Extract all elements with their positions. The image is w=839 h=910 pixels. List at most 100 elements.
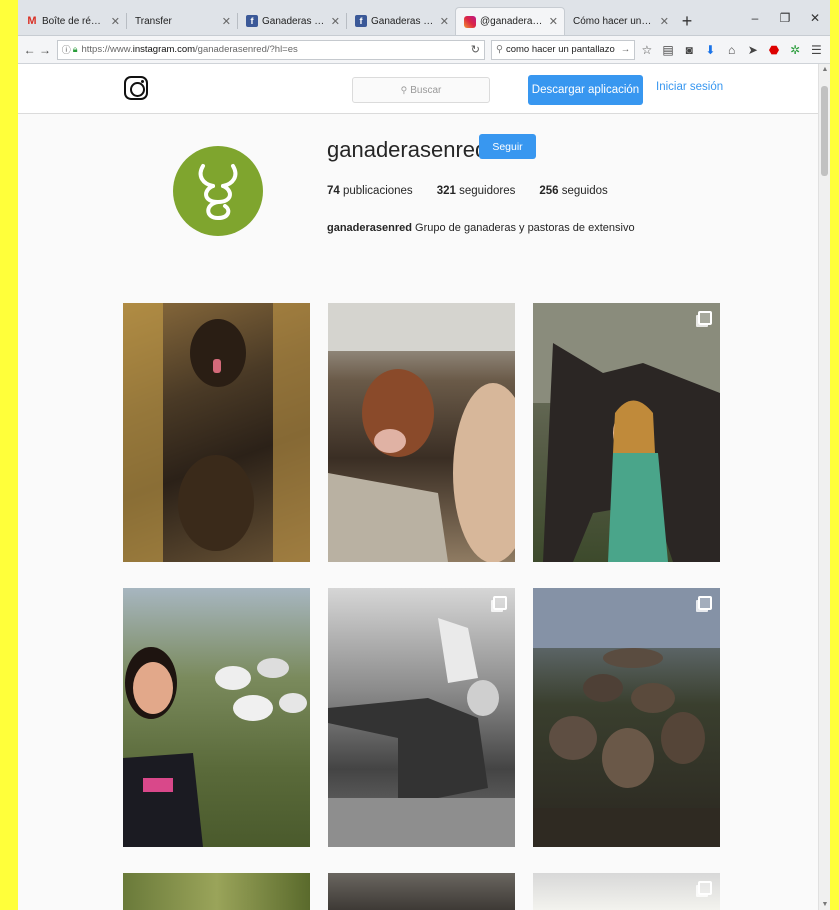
- flock-photo: [533, 588, 720, 847]
- tab-label: Transfer: [135, 15, 172, 27]
- posts-count: 74: [327, 185, 340, 197]
- forward-icon[interactable]: →: [37, 41, 52, 59]
- instagram-icon: [464, 15, 476, 28]
- calf-photo: [328, 303, 515, 562]
- following-count: 256: [539, 185, 559, 197]
- home-icon[interactable]: ⌂: [722, 40, 741, 60]
- scroll-up-icon[interactable]: ▲: [819, 66, 830, 73]
- facebook-icon: f: [246, 15, 258, 27]
- gmail-icon: M: [27, 15, 37, 27]
- url-prefix: https://www.: [81, 44, 133, 55]
- menu-icon[interactable]: ☰: [807, 40, 826, 60]
- browser-window: M Boîte de réception - l ✕ Transfer ✕ f …: [18, 0, 830, 910]
- profile-stats: 74 publicaciones 321 seguidores 256 segu…: [327, 185, 632, 197]
- post-thumbnail[interactable]: [533, 588, 720, 847]
- close-icon[interactable]: ✕: [660, 15, 669, 28]
- info-icon[interactable]: ⓘ: [62, 43, 71, 56]
- restore-icon[interactable]: ❐: [770, 11, 800, 25]
- adblock-icon[interactable]: ⬣: [764, 40, 783, 60]
- multiple-photos-icon: [493, 596, 507, 610]
- search-placeholder: Buscar: [410, 84, 442, 96]
- tab-gmail[interactable]: M Boîte de réception - l ✕: [18, 7, 126, 35]
- browser-search-input[interactable]: ⚲ como hacer un pantallazo →: [490, 39, 636, 60]
- scroll-down-icon[interactable]: ▼: [819, 901, 830, 908]
- new-tab-button[interactable]: +: [675, 7, 699, 35]
- close-icon[interactable]: ✕: [440, 15, 449, 28]
- goat-logo-icon: [198, 164, 238, 221]
- minimize-icon[interactable]: –: [740, 11, 770, 25]
- donkey-photo: [533, 303, 720, 562]
- instagram-page: ⚲ Buscar Descargar aplicación Iniciar se…: [18, 64, 818, 910]
- multiple-photos-icon: [698, 311, 712, 325]
- login-link[interactable]: Iniciar sesión: [656, 81, 723, 93]
- posts-label: publicaciones: [343, 185, 413, 197]
- post-thumbnail[interactable]: [123, 873, 310, 910]
- navigation-bar: ← → ⓘ 🔒︎ https://www. instagram.com/ganad…: [18, 36, 830, 64]
- go-arrow-icon[interactable]: →: [621, 44, 631, 55]
- back-icon[interactable]: ←: [22, 41, 37, 59]
- instagram-header: ⚲ Buscar Descargar aplicación Iniciar se…: [18, 64, 818, 114]
- close-window-icon[interactable]: ✕: [800, 11, 830, 25]
- lock-icon: 🔒︎: [72, 44, 78, 54]
- close-icon[interactable]: ✕: [331, 15, 340, 28]
- tab-label: Ganaderas en Red - In: [262, 15, 325, 27]
- url-path: /ganaderasenred/?hl=es: [195, 44, 298, 55]
- facebook-icon: f: [355, 15, 367, 27]
- tab-label: Ganaderas en Red - In: [371, 15, 434, 27]
- multiple-photos-icon: [698, 596, 712, 610]
- profile-bio: ganaderasenred Grupo de ganaderas y past…: [327, 222, 635, 234]
- search-icon: ⚲: [400, 84, 408, 95]
- reading-list-icon[interactable]: ▤: [658, 40, 677, 60]
- bookmark-star-icon[interactable]: ☆: [637, 40, 656, 60]
- post-thumbnail[interactable]: [328, 303, 515, 562]
- instagram-search-input[interactable]: ⚲ Buscar: [352, 77, 490, 103]
- bio-text: Grupo de ganaderas y pastoras de extensi…: [415, 222, 635, 234]
- multiple-photos-icon: [698, 881, 712, 895]
- pocket-icon[interactable]: ◙: [680, 40, 699, 60]
- bio-name: ganaderasenred: [327, 222, 412, 234]
- stat-posts[interactable]: 74 publicaciones: [327, 185, 413, 197]
- tab-instagram[interactable]: @ganaderasenred • F ✕: [455, 7, 565, 35]
- tab-bar: M Boîte de réception - l ✕ Transfer ✕ f …: [18, 0, 830, 36]
- tab-facebook-2[interactable]: f Ganaderas en Red - In ✕: [347, 7, 455, 35]
- tab-label: Boîte de réception - l: [42, 15, 105, 27]
- search-icon: ⚲: [495, 44, 503, 55]
- tab-transfer[interactable]: Transfer ✕: [127, 7, 237, 35]
- followers-count: 321: [436, 185, 456, 197]
- send-icon[interactable]: ➤: [743, 40, 762, 60]
- stat-followers[interactable]: 321 seguidores: [437, 185, 516, 197]
- scrollbar-thumb[interactable]: [821, 86, 828, 176]
- tab-facebook-1[interactable]: f Ganaderas en Red - In ✕: [238, 7, 346, 35]
- post-thumbnail[interactable]: [533, 873, 720, 910]
- profile-avatar[interactable]: [173, 146, 263, 236]
- profile-username: ganaderasenred: [327, 137, 488, 162]
- stat-following[interactable]: 256 seguidos: [539, 185, 607, 197]
- tab-label: Cómo hacer una captura: [573, 15, 654, 27]
- window-controls: – ❐ ✕: [740, 0, 830, 36]
- reload-icon[interactable]: ↻: [471, 43, 480, 56]
- close-icon[interactable]: ✕: [549, 15, 558, 28]
- follow-button[interactable]: Seguir: [479, 134, 536, 159]
- woman-goat-photo: [328, 618, 515, 847]
- post-thumbnail[interactable]: [328, 873, 515, 910]
- close-icon[interactable]: ✕: [222, 15, 231, 28]
- instagram-logo-icon[interactable]: [124, 76, 148, 100]
- download-app-button[interactable]: Descargar aplicación: [528, 75, 643, 105]
- search-text: como hacer un pantallazo: [505, 44, 615, 55]
- post-thumbnail[interactable]: [328, 588, 515, 847]
- tab-label: @ganaderasenred • F: [480, 16, 543, 27]
- dogs-photo: [123, 303, 310, 562]
- post-thumbnail[interactable]: [123, 303, 310, 562]
- url-host: instagram.com: [132, 44, 196, 55]
- close-icon[interactable]: ✕: [111, 15, 120, 28]
- post-thumbnail[interactable]: [533, 303, 720, 562]
- extension-icon[interactable]: ✲: [786, 40, 805, 60]
- shepherd-sheep-photo: [123, 647, 307, 847]
- page-scrollbar[interactable]: ▲ ▼: [818, 64, 830, 910]
- following-label: seguidos: [561, 185, 608, 197]
- post-thumbnail[interactable]: [123, 588, 310, 847]
- tab-captura[interactable]: Cómo hacer una captura ✕: [565, 7, 675, 35]
- followers-label: seguidores: [459, 185, 516, 197]
- download-icon[interactable]: ⬇: [701, 40, 720, 60]
- url-bar[interactable]: ⓘ 🔒︎ https://www. instagram.com/ganaderas…: [56, 39, 485, 60]
